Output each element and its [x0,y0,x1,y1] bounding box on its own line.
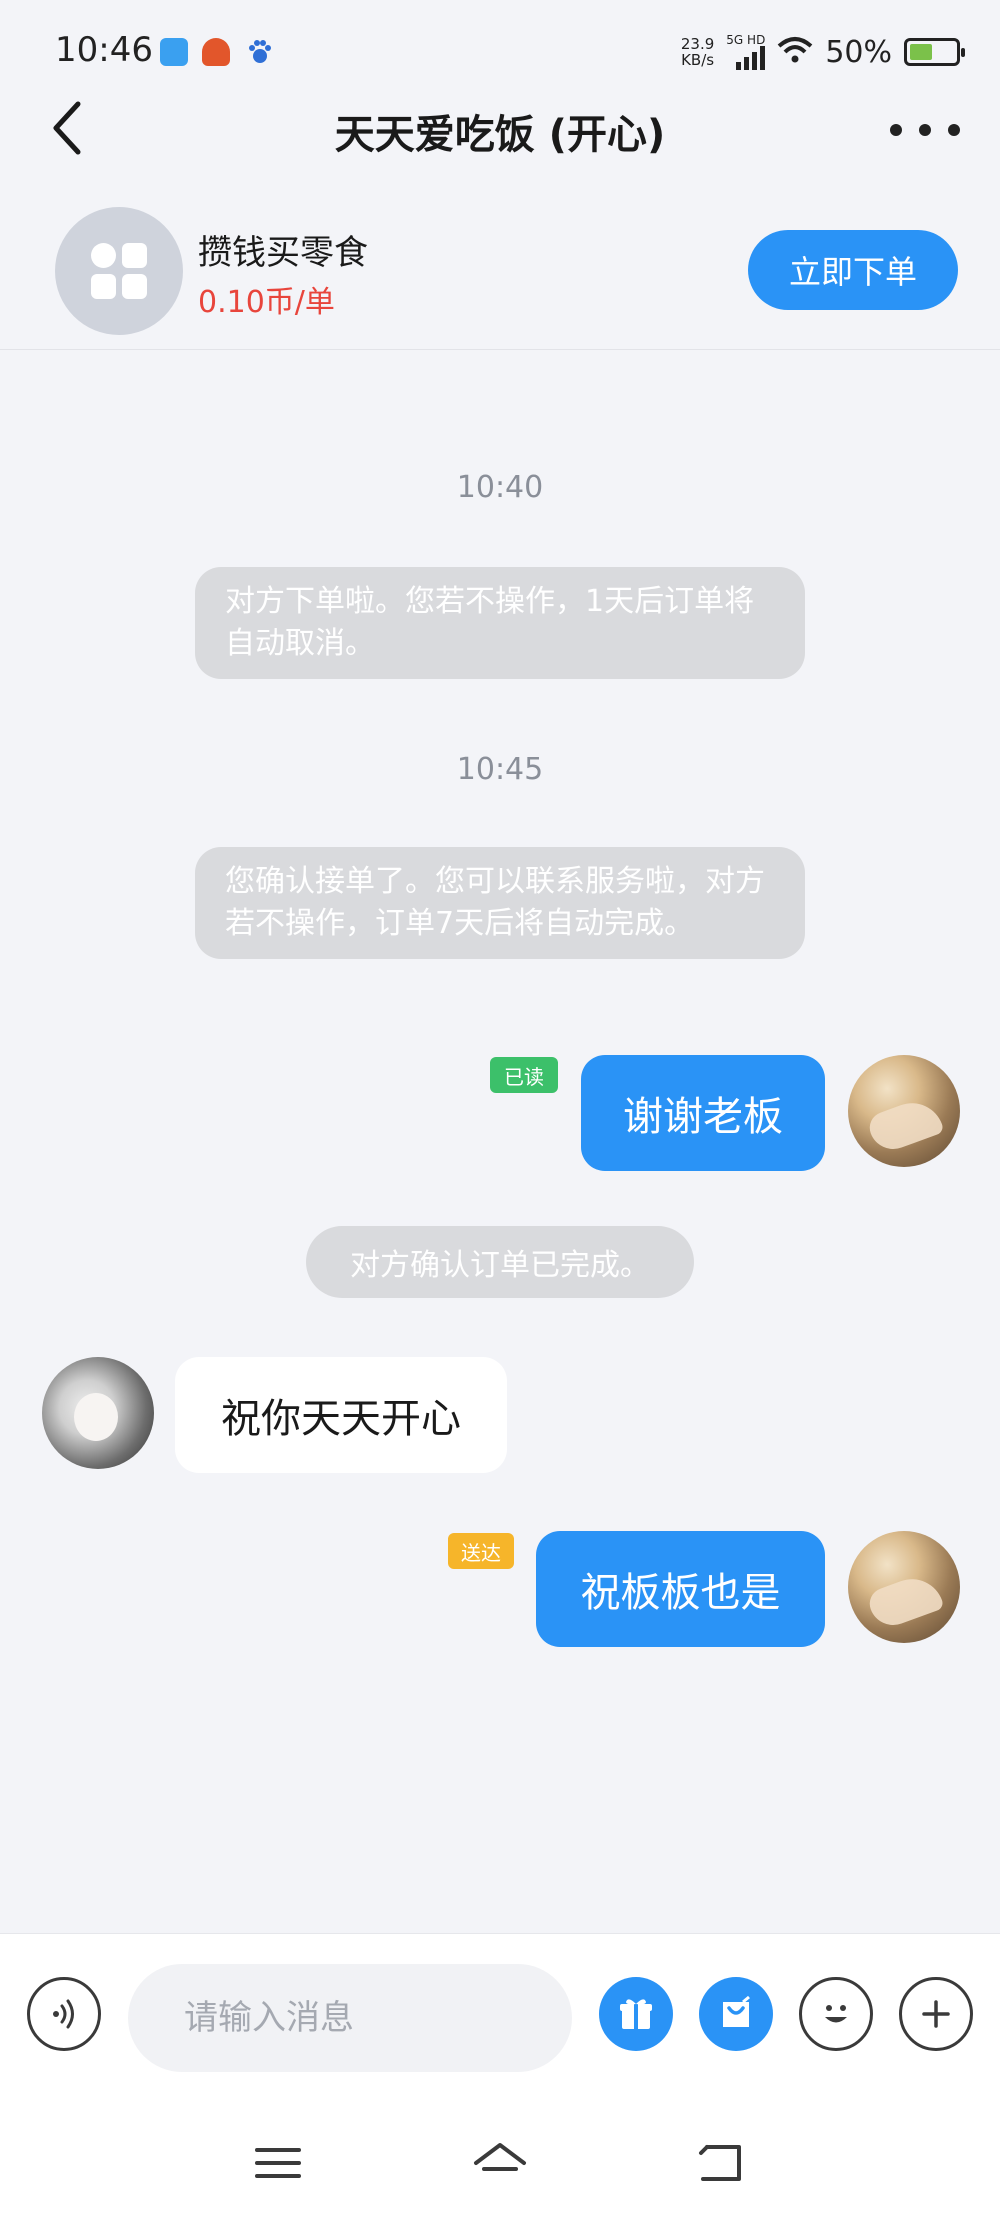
contact-avatar[interactable] [42,1357,154,1469]
service-avatar [55,207,183,335]
battery-percent: 50% [825,34,892,70]
message-input[interactable] [128,1964,572,2072]
system-nav-bar [0,2103,1000,2222]
service-price: 0.10币/单 [198,285,335,320]
menu-button[interactable] [248,2138,308,2188]
my-avatar[interactable] [848,1531,960,1643]
paw-icon [246,38,274,66]
app-notification-icon [160,38,188,66]
timestamp: 10:45 [456,752,544,787]
gift-button[interactable] [599,1977,673,2051]
home-icon [474,2143,526,2171]
status-indicators: 23.9 KB/s 5G HD 50% [681,30,965,74]
battery-icon [904,38,965,66]
more-dots-icon [890,124,902,136]
back-nav-button[interactable] [692,2138,752,2188]
network-type: 5G HD [726,33,766,47]
service-name: 攒钱买零食 [198,233,368,273]
app-notification-icon [202,38,230,66]
emoji-button[interactable] [799,1977,873,2051]
net-speed-value: 23.9 [680,35,715,53]
home-button[interactable] [470,2138,530,2188]
plus-button[interactable] [899,1977,973,2051]
status-time: 10:46 [55,30,153,70]
input-bar [0,1933,1000,2103]
service-card[interactable]: 攒钱买零食 0.10币/单 立即下单 [0,195,1000,350]
more-button[interactable] [890,115,960,145]
outgoing-message[interactable]: 祝板板也是 [536,1531,825,1647]
timestamp: 10:40 [456,470,544,505]
apps-grid-icon [91,243,147,299]
page-title: 天天爱吃饭 (开心) [334,112,666,158]
status-bar: 10:46 23.9 KB/s 5G HD 50% [0,0,1000,100]
incoming-message[interactable]: 祝你天天开心 [175,1357,507,1473]
gift-icon [620,1999,652,2029]
net-speed-unit: KB/s [681,51,715,69]
system-message: 您确认接单了。您可以联系服务啦，对方若不操作，订单7天后将自动完成。 [195,847,805,959]
voice-icon [53,1999,74,2029]
bag-icon [723,1995,750,2027]
outgoing-message[interactable]: 谢谢老板 [581,1055,825,1171]
delivered-status-badge: 送达 [448,1533,514,1569]
system-message: 对方下单啦。您若不操作，1天后订单将自动取消。 [195,567,805,679]
emoji-icon [825,2005,847,2023]
signal-icon: 5G HD [726,33,766,70]
my-avatar[interactable] [848,1055,960,1167]
net-speed: 23.9 KB/s [681,36,714,68]
menu-icon [255,2148,301,2178]
system-message: 对方确认订单已完成。 [306,1226,694,1298]
wifi-icon [777,36,813,68]
bag-button[interactable] [699,1977,773,2051]
order-now-button[interactable]: 立即下单 [748,230,958,310]
voice-button[interactable] [27,1977,101,2051]
read-status-badge: 已读 [490,1057,558,1093]
back-nav-icon [699,2145,741,2181]
plus-icon [922,2000,950,2028]
